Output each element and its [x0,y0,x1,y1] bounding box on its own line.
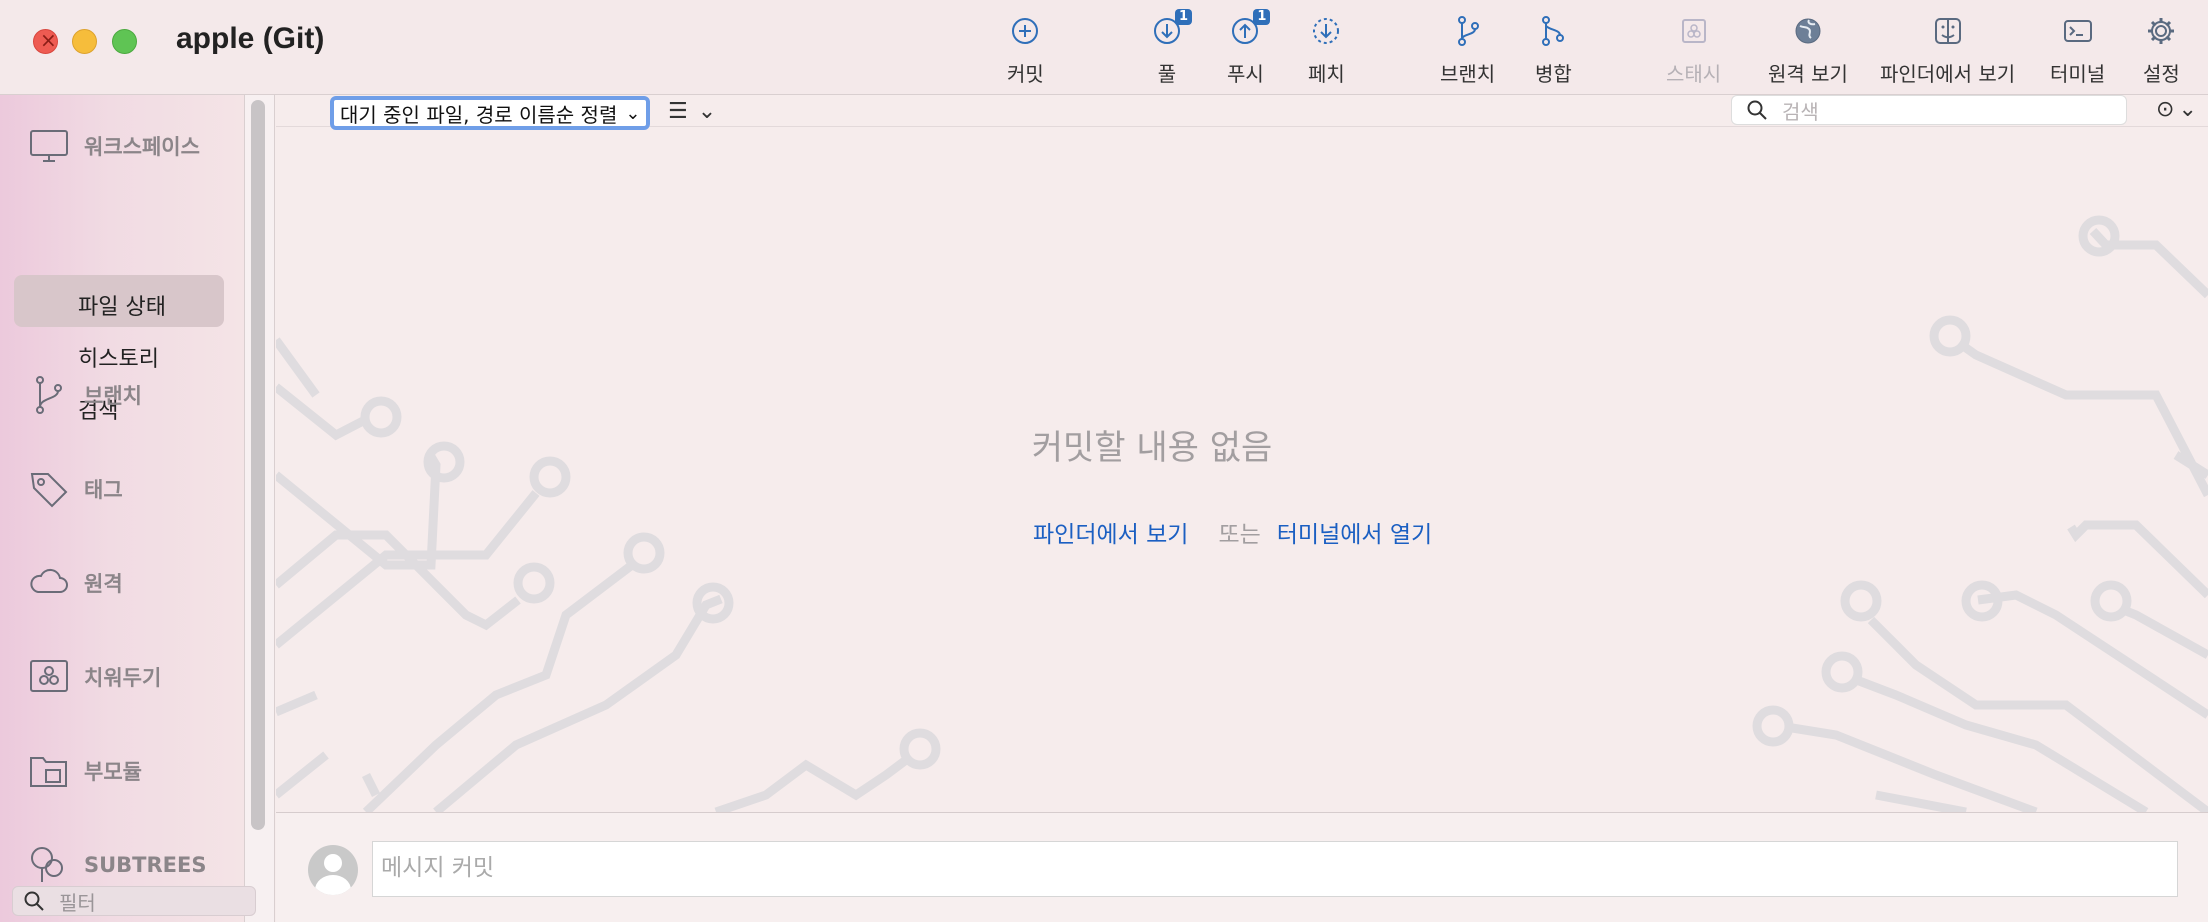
push-icon: 1 [1228,9,1271,48]
tag-icon [30,473,68,508]
merge-icon [1536,14,1570,48]
terminal-button[interactable]: 터미널 [2050,14,2105,87]
branch-label: 브랜치 [1440,62,1496,86]
list-icon: ☰ [668,99,688,124]
or-text: 또는 [1218,522,1261,548]
stash-button[interactable]: 스태시 [1666,14,1721,87]
commit-message-placeholder: 메시지 커밋 [381,855,495,881]
search-icon [24,891,44,911]
ellipsis-circle-icon: ⊙ [2156,97,2175,122]
view-remote-button[interactable]: 원격 보기 [1768,14,1848,87]
main-panel: 대기 중인 파일, 경로 이름순 정렬 ⌄ ☰ ⌄ 검색 ⊙ ⌄ 커밋할 내용 … [276,95,2208,812]
stash-label: 스태시 [1666,62,1722,86]
sidebar-scroll-thumb[interactable] [251,100,265,830]
zoom-window-button[interactable] [112,29,137,54]
show-in-finder-link[interactable]: 파인더에서 보기 [1033,515,1188,549]
push-badge: 1 [1253,9,1271,25]
finder-icon [1931,14,1965,48]
sidebar-stashes-label: 치워두기 [84,666,162,690]
sidebar-branches-label: 브랜치 [84,384,142,408]
branch-icon [1451,14,1485,48]
show-in-finder-label: 파인더에서 보기 [1880,62,2016,86]
branch-icon [36,376,62,414]
monitor-icon [30,130,68,162]
sidebar-filter-placeholder: 필터 [59,890,96,915]
fetch-icon [1309,14,1343,48]
sidebar-section-tags[interactable]: 태그 [28,468,123,510]
chevron-down-icon: ⌄ [2178,97,2197,122]
view-mode-menu[interactable]: ☰ ⌄ [668,99,716,124]
sidebar-section-submodules[interactable]: 부모듈 [28,750,142,792]
fetch-button[interactable]: 페치 [1308,14,1345,87]
sidebar-section-remotes[interactable]: 원격 [28,562,123,604]
terminal-label: 터미널 [2050,62,2106,86]
avatar [308,845,358,895]
commit-message-area: 메시지 커밋 [276,812,2208,922]
push-button[interactable]: 1 푸시 [1227,9,1271,87]
empty-state-title: 커밋할 내용 없음 [1031,428,1273,468]
subtree-icon [31,847,63,882]
sidebar-scrollbar[interactable] [245,95,275,922]
merge-button[interactable]: 병합 [1535,14,1572,87]
close-window-button[interactable] [33,28,58,54]
gear-icon [2144,14,2178,48]
chevron-down-icon: ⌄ [625,102,641,124]
search-icon [1747,100,1767,120]
file-status-toolbar: 대기 중인 파일, 경로 이름순 정렬 ⌄ ☰ ⌄ 검색 ⊙ ⌄ [276,95,2208,130]
cloud-icon [30,568,68,593]
search-placeholder: 검색 [1782,99,1819,124]
push-label: 푸시 [1227,62,1264,86]
commit-button[interactable]: 커밋 [1007,14,1044,87]
sidebar-tags-label: 태그 [84,478,123,502]
sidebar-section-workspace[interactable]: 워크스페이스 [28,125,200,167]
branch-button[interactable]: 브랜치 [1440,14,1495,87]
sidebar-section-stashes[interactable]: 치워두기 [28,656,161,698]
terminal-icon [2061,14,2095,48]
window-title: apple (Git) [176,22,325,55]
search-input[interactable]: 검색 [1731,95,2127,125]
view-remote-label: 원격 보기 [1768,62,1848,86]
pull-icon: 1 [1150,9,1192,48]
sidebar-filter-field[interactable]: 필터 [12,886,256,916]
pull-button[interactable]: 1 풀 [1150,9,1192,87]
fetch-label: 페치 [1308,62,1345,86]
settings-label: 설정 [2143,62,2180,86]
sidebar-submodules-label: 부모듈 [84,760,142,784]
commit-message-input[interactable]: 메시지 커밋 [372,841,2178,897]
more-options-button[interactable]: ⊙ ⌄ [2156,97,2197,122]
sort-order-value: 대기 중인 파일, 경로 이름순 정렬 [340,102,618,127]
open-in-terminal-link[interactable]: 터미널에서 열기 [1277,515,1432,549]
sidebar-remotes-label: 원격 [84,572,123,596]
globe-icon [1791,14,1825,48]
settings-button[interactable]: 설정 [2143,14,2180,87]
pull-badge: 1 [1174,9,1192,25]
minimize-window-button[interactable] [72,29,97,54]
plus-circle-icon [1008,14,1042,48]
sidebar-section-subtrees[interactable]: SUBTREES [28,844,207,886]
chevron-down-icon: ⌄ [697,99,717,124]
window-toolbar: apple (Git) 커밋 1 풀 1 푸시 페치 브랜치 [0,0,2208,95]
sidebar-subtrees-label: SUBTREES [84,853,207,877]
pull-label: 풀 [1157,62,1177,86]
stash-icon [1677,14,1711,48]
show-in-finder-button[interactable]: 파인더에서 보기 [1880,14,2015,87]
sort-order-select[interactable]: 대기 중인 파일, 경로 이름순 정렬 ⌄ [330,96,650,130]
sidebar-workspace-label: 워크스페이스 [84,135,200,159]
sidebar-item-file-status[interactable]: 파일 상태 [78,289,166,321]
sidebar: 워크스페이스 파일 상태 히스토리 검색 브랜치 태그 원격 치워두기 부모듈 … [0,95,245,922]
stash-icon [30,660,68,692]
sidebar-section-branches[interactable]: 브랜치 [28,374,142,416]
merge-label: 병합 [1535,62,1572,86]
submodule-icon [30,757,67,787]
sidebar-item-history[interactable]: 히스토리 [78,341,159,373]
commit-label: 커밋 [1007,62,1044,86]
empty-state-actions: 파인더에서 보기 또는 터미널에서 열기 [1033,515,1432,549]
